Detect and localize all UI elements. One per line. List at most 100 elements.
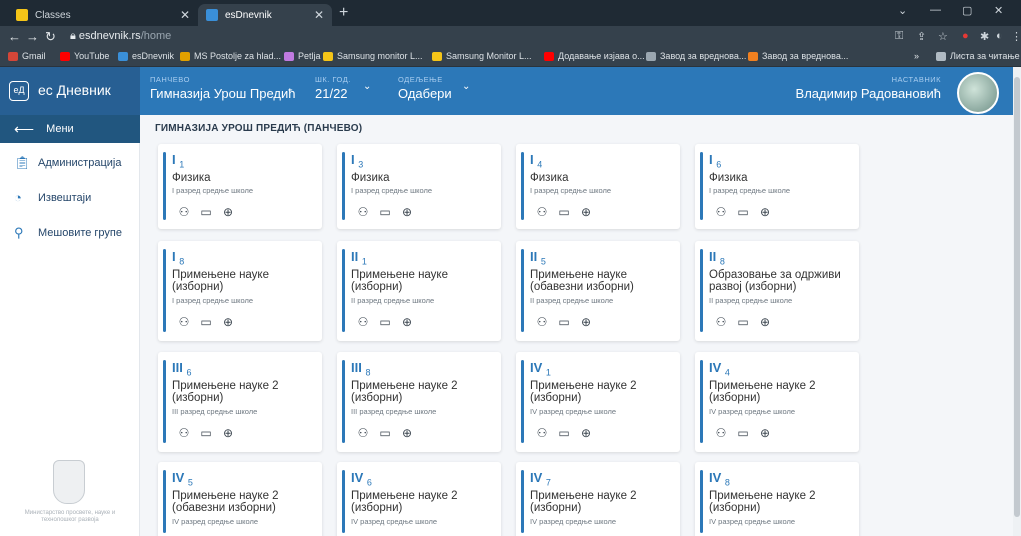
class-card[interactable]: I 6 Физика I разред средње школе ⚇ ▭ ⊕ — [695, 144, 859, 229]
back-icon[interactable]: ← — [8, 29, 21, 44]
add-circle-icon[interactable]: ⊕ — [401, 205, 413, 219]
class-card[interactable]: II 1 Примењене науке (изборни) II разред с… — [337, 241, 501, 341]
class-card[interactable]: II 5 Примењене науке (обавезни изборни) II… — [516, 241, 680, 341]
students-icon[interactable]: ⚇ — [178, 426, 190, 440]
book-icon[interactable]: ▭ — [200, 315, 212, 329]
reload-icon[interactable]: ↻ — [45, 29, 56, 45]
students-icon[interactable]: ⚇ — [536, 315, 548, 329]
class-card[interactable]: IV 6 Примењене науке 2 (изборни) IV разред… — [337, 462, 501, 536]
forward-icon[interactable]: → — [26, 29, 39, 44]
class-card[interactable]: I 1 Физика I разред средње школе ⚇ ▭ ⊕ — [158, 144, 322, 229]
bookmark-zavod-2[interactable]: Завод за вреднова... — [748, 51, 848, 61]
tab-search-chevron-icon[interactable]: ⌄ — [898, 4, 907, 17]
book-icon[interactable]: ▭ — [200, 205, 212, 219]
add-circle-icon[interactable]: ⊕ — [222, 315, 234, 329]
add-circle-icon[interactable]: ⊕ — [759, 315, 771, 329]
class-card[interactable]: I 4 Физика I разред средње школе ⚇ ▭ ⊕ — [516, 144, 680, 229]
book-icon[interactable]: ▭ — [737, 205, 749, 219]
reading-list[interactable]: Листа за читање — [936, 51, 1020, 61]
class-card[interactable]: I 3 Физика I разред средње школе ⚇ ▭ ⊕ — [337, 144, 501, 229]
more-bookmarks-icon[interactable]: » — [914, 51, 919, 61]
browser-tab-esdnevnik[interactable]: esDnevnik ✕ — [198, 4, 332, 26]
scrollbar-thumb[interactable] — [1014, 77, 1020, 517]
students-icon[interactable]: ⚇ — [357, 205, 369, 219]
add-circle-icon[interactable]: ⊕ — [580, 205, 592, 219]
book-icon[interactable]: ▭ — [558, 315, 570, 329]
card-accent-bar — [163, 360, 166, 443]
book-icon[interactable]: ▭ — [737, 315, 749, 329]
scrollbar[interactable] — [1013, 67, 1021, 536]
close-window-icon[interactable]: ✕ — [994, 4, 1003, 17]
class-card[interactable]: I 8 Примењене науке (изборни) I разред сре… — [158, 241, 322, 341]
share-icon[interactable]: ⇪ — [917, 30, 926, 43]
chrome-menu-icon[interactable]: ⋮ — [1011, 30, 1021, 43]
sidebar-item-mixed-groups[interactable]: ⚲ Мешовите групе — [14, 225, 122, 241]
add-circle-icon[interactable]: ⊕ — [759, 205, 771, 219]
class-card[interactable]: IV 7 Примењене науке 2 (изборни) IV разред… — [516, 462, 680, 536]
class-card[interactable]: III 6 Примењене науке 2 (изборни) III разр… — [158, 352, 322, 452]
school-selector[interactable]: ПАНЧЕВО Гимназија Урош Предић — [150, 75, 296, 101]
students-icon[interactable]: ⚇ — [178, 205, 190, 219]
class-card[interactable]: IV 4 Примењене науке 2 (изборни) IV разред… — [695, 352, 859, 452]
new-tab-icon[interactable]: + — [339, 4, 348, 22]
profile-icon[interactable]: ◐ — [996, 30, 1003, 42]
class-card[interactable]: II 8 Образовање за одрживи развој (изборн… — [695, 241, 859, 341]
close-tab-icon[interactable]: ✕ — [180, 8, 190, 22]
class-card[interactable]: IV 5 Примењене науке 2 (обавезни изборни)… — [158, 462, 322, 536]
menu-toggle[interactable]: ⟵ Мени — [0, 115, 140, 143]
bookmark-petlja[interactable]: Petlja — [284, 51, 321, 61]
students-icon[interactable]: ⚇ — [536, 205, 548, 219]
add-circle-icon[interactable]: ⊕ — [580, 426, 592, 440]
students-icon[interactable]: ⚇ — [536, 426, 548, 440]
book-icon[interactable]: ▭ — [558, 205, 570, 219]
extensions-puzzle-icon[interactable]: ✱ — [980, 30, 989, 43]
url-field[interactable]: 🔒︎ esdnevnik.rs/home — [70, 30, 171, 43]
book-icon[interactable]: ▭ — [379, 315, 391, 329]
add-circle-icon[interactable]: ⊕ — [759, 426, 771, 440]
add-circle-icon[interactable]: ⊕ — [222, 205, 234, 219]
students-icon[interactable]: ⚇ — [715, 205, 727, 219]
students-icon[interactable]: ⚇ — [357, 426, 369, 440]
add-circle-icon[interactable]: ⊕ — [401, 315, 413, 329]
book-icon[interactable]: ▭ — [379, 205, 391, 219]
add-circle-icon[interactable]: ⊕ — [580, 315, 592, 329]
teacher-info[interactable]: НАСТАВНИК Владимир Радовановић — [796, 75, 941, 101]
department-chevron-down-icon[interactable]: ⌄ — [462, 81, 470, 92]
bookmark-youtube[interactable]: YouTube — [60, 51, 109, 61]
class-card[interactable]: IV 1 Примењене науке 2 (изборни) IV разред… — [516, 352, 680, 452]
year-chevron-down-icon[interactable]: ⌄ — [363, 81, 371, 92]
book-icon[interactable]: ▭ — [379, 426, 391, 440]
bookmark-ms-postolje[interactable]: MS Postolje za hlad... — [180, 51, 281, 61]
bookmark-dodavanje[interactable]: Додавање изјава о... — [544, 51, 645, 61]
close-tab-icon[interactable]: ✕ — [314, 8, 324, 22]
avatar[interactable] — [957, 72, 999, 114]
students-icon[interactable]: ⚇ — [357, 315, 369, 329]
minimize-icon[interactable]: — — [930, 4, 941, 16]
bookmark-zavod-1[interactable]: Завод за вреднова... — [646, 51, 746, 61]
students-icon[interactable]: ⚇ — [715, 426, 727, 440]
brand[interactable]: еД ес Дневник — [0, 67, 140, 115]
bookmark-samsung-2[interactable]: Samsung Monitor L... — [432, 51, 532, 61]
maximize-icon[interactable]: ▢ — [962, 4, 972, 17]
browser-tab-classes[interactable]: Classes ✕ — [8, 4, 198, 26]
bookmark-samsung-1[interactable]: Samsung monitor L... — [323, 51, 423, 61]
bookmark-esdnevnik[interactable]: esDnevnik — [118, 51, 174, 61]
bookmark-gmail[interactable]: Gmail — [8, 51, 46, 61]
students-icon[interactable]: ⚇ — [715, 315, 727, 329]
extension-ublock-icon[interactable]: ● — [962, 30, 969, 42]
book-icon[interactable]: ▭ — [558, 426, 570, 440]
book-icon[interactable]: ▭ — [200, 426, 212, 440]
department-selector[interactable]: ОДЕЉЕЊЕ Одабери — [398, 75, 452, 101]
school-year-selector[interactable]: ШК. ГОД. 21/22 — [315, 75, 351, 101]
add-circle-icon[interactable]: ⊕ — [401, 426, 413, 440]
grade-label: I разред средње школе — [530, 186, 612, 195]
key-icon[interactable]: ⚿ — [895, 30, 903, 43]
sidebar-item-reports[interactable]: ◔ Извештаји — [14, 190, 91, 205]
class-card[interactable]: IV 8 Примењене науке 2 (изборни) IV разред… — [695, 462, 859, 536]
add-circle-icon[interactable]: ⊕ — [222, 426, 234, 440]
class-card[interactable]: III 8 Примењене науке 2 (изборни) III разр… — [337, 352, 501, 452]
book-icon[interactable]: ▭ — [737, 426, 749, 440]
sidebar-item-administration[interactable]: 📋︎ Администрација — [14, 155, 121, 171]
bookmark-star-icon[interactable]: ☆ — [938, 30, 948, 43]
students-icon[interactable]: ⚇ — [178, 315, 190, 329]
